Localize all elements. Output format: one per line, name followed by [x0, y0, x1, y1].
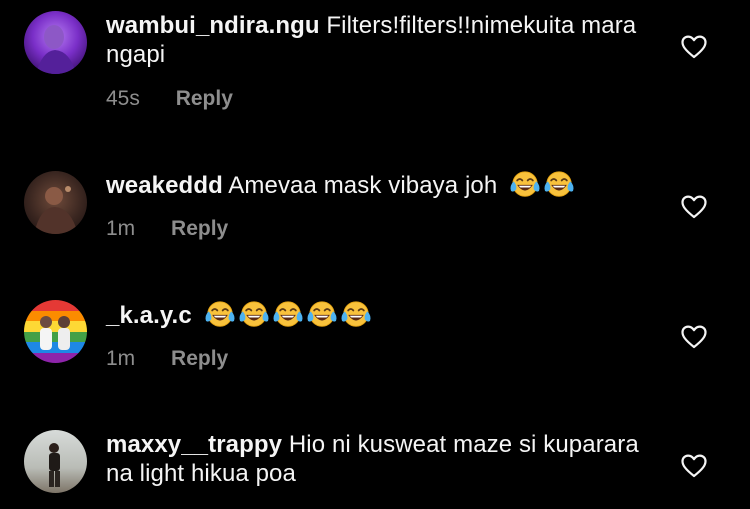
- avatar[interactable]: [24, 300, 87, 363]
- avatar[interactable]: [24, 171, 87, 234]
- heart-outline-icon[interactable]: [681, 35, 707, 59]
- heart-outline-icon[interactable]: [681, 454, 707, 478]
- tears-of-joy-emoji-icon: [340, 300, 372, 328]
- avatar[interactable]: [24, 11, 87, 74]
- comment-timestamp: 45s: [106, 87, 140, 110]
- tears-of-joy-emoji-icon: [238, 300, 270, 328]
- tears-of-joy-emoji-icon: [509, 170, 541, 198]
- tears-of-joy-emoji-icon: [204, 300, 236, 328]
- heart-outline-icon[interactable]: [681, 195, 707, 219]
- reply-button[interactable]: Reply: [171, 346, 228, 372]
- reply-button[interactable]: Reply: [171, 216, 228, 242]
- tears-of-joy-emoji-icon: [543, 170, 575, 198]
- comment-username[interactable]: _k.a.y.c: [106, 302, 192, 329]
- tears-of-joy-emoji-icon: [306, 300, 338, 328]
- avatar[interactable]: [24, 430, 87, 493]
- comment-timestamp: 1m: [106, 217, 136, 240]
- comment-text: Amevaa mask vibaya joh: [228, 172, 498, 199]
- tears-of-joy-emoji-icon: [272, 300, 304, 328]
- reply-button[interactable]: Reply: [176, 86, 233, 112]
- comment-timestamp: 1m: [106, 347, 136, 370]
- comment-username[interactable]: wambui_ndira.ngu: [106, 12, 320, 39]
- comment-username[interactable]: weakeddd: [106, 172, 223, 199]
- comments-screen: { "colors": { "background": "#000000", "…: [0, 0, 750, 509]
- heart-outline-icon[interactable]: [681, 325, 707, 349]
- comment-username[interactable]: maxxy__trappy: [106, 431, 282, 458]
